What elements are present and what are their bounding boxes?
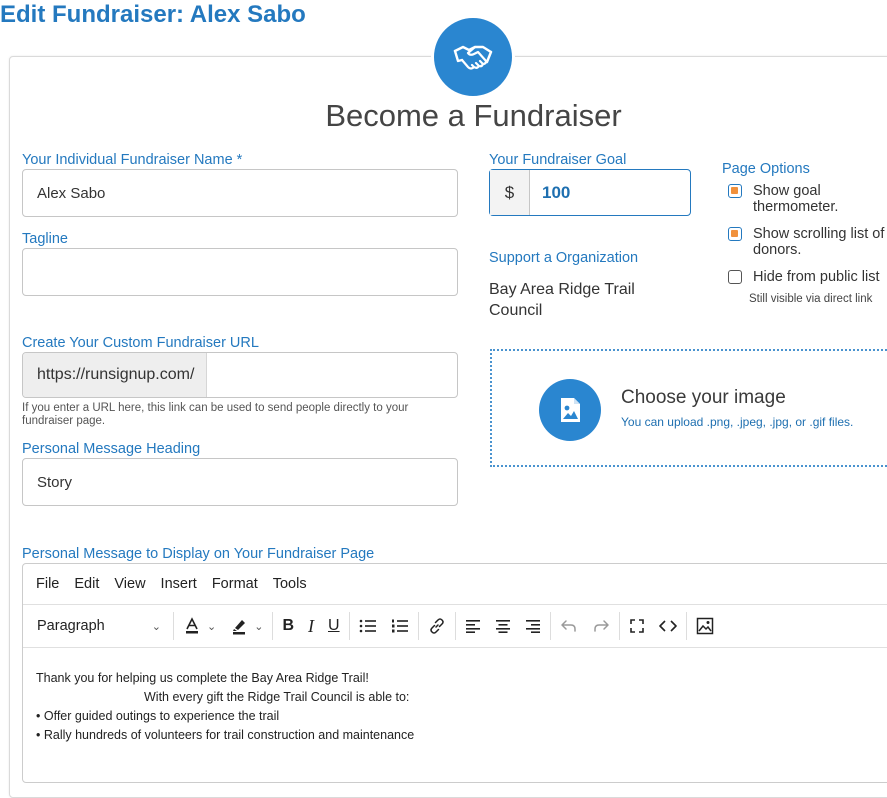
organization-name: Bay Area Ridge Trail Council (489, 281, 635, 319)
editor-toolbar: Paragraph ⌄ ⌄ ⌄ B I U (23, 604, 887, 648)
menu-format[interactable]: Format (212, 576, 258, 592)
block-format-value: Paragraph (37, 618, 105, 634)
source-code-button[interactable] (652, 611, 684, 641)
page-options-label: Page Options (722, 161, 810, 177)
fundraiser-name-value: Alex Sabo (37, 184, 106, 202)
numbered-list-button[interactable] (384, 611, 416, 641)
organization-label: Support a Organization (489, 250, 639, 266)
menu-view[interactable]: View (114, 576, 145, 592)
tagline-input[interactable] (22, 248, 458, 296)
numbered-list-icon (391, 619, 408, 633)
italic-icon: I (308, 615, 314, 636)
align-center-icon (495, 620, 510, 633)
fundraiser-name-input[interactable]: Alex Sabo (22, 169, 458, 217)
block-format-select[interactable]: Paragraph ⌄ (27, 611, 171, 641)
hide-public-checkbox[interactable] (728, 270, 742, 284)
editor-menubar: File Edit View Insert Format Tools (23, 564, 887, 604)
currency-symbol: $ (490, 170, 530, 215)
custom-url-input[interactable]: https://runsignup.com/ (22, 352, 458, 398)
redo-button[interactable] (585, 611, 617, 641)
image-icon (696, 617, 713, 635)
chevron-down-icon: ⌄ (254, 620, 264, 633)
undo-icon (560, 620, 576, 632)
tagline-label: Tagline (22, 231, 68, 247)
hide-public-text: Hide from public list (753, 269, 880, 285)
message-line: Thank you for helping us complete the Ba… (36, 671, 369, 685)
goal-value: 100 (542, 182, 571, 202)
chevron-down-icon: ⌄ (151, 620, 161, 633)
show-donors-text: Show scrolling list of donors. (753, 226, 885, 258)
italic-button[interactable]: I (301, 611, 321, 641)
align-center-button[interactable] (488, 611, 518, 641)
text-color-button[interactable]: ⌄ (176, 611, 223, 641)
menu-insert[interactable]: Insert (161, 576, 197, 592)
fullscreen-button[interactable] (622, 611, 652, 641)
image-upload-title: Choose your image (621, 387, 786, 408)
insert-image-button[interactable] (689, 611, 721, 641)
underline-button[interactable]: U (321, 611, 347, 641)
bold-button[interactable]: B (275, 611, 301, 641)
custom-url-label: Create Your Custom Fundraiser URL (22, 335, 259, 351)
image-dropzone[interactable]: Choose your image You can upload .png, .… (490, 349, 887, 467)
toolbar-divider (417, 612, 419, 640)
align-right-button[interactable] (518, 611, 548, 641)
custom-url-help: If you enter a URL here, this link can b… (22, 402, 409, 427)
hide-public-note: Still visible via direct link (749, 293, 873, 305)
redo-icon (593, 620, 609, 632)
editor-content[interactable]: Thank you for helping us complete the Ba… (23, 648, 887, 745)
message-editor[interactable]: File Edit View Insert Format Tools Parag… (22, 563, 887, 783)
undo-button[interactable] (553, 611, 585, 641)
form-heading: Become a Fundraiser (325, 98, 622, 133)
image-upload-subtitle: You can upload .png, .jpeg, .jpg, or .gi… (621, 415, 854, 429)
image-icon (539, 379, 601, 441)
handshake-icon (431, 15, 515, 99)
goal-input[interactable]: $ 100 (489, 169, 691, 216)
toolbar-divider (685, 612, 687, 640)
highlight-color-button[interactable]: ⌄ (223, 611, 270, 641)
menu-edit[interactable]: Edit (74, 576, 99, 592)
goal-label: Your Fundraiser Goal (489, 152, 627, 168)
toolbar-divider (618, 612, 620, 640)
fullscreen-icon (629, 619, 644, 633)
bullet-list-icon (359, 619, 376, 633)
message-label: Personal Message to Display on Your Fund… (22, 546, 375, 562)
show-goal-checkbox[interactable] (728, 184, 742, 198)
page-title: Edit Fundraiser: Alex Sabo (0, 1, 306, 28)
message-heading-value: Story (37, 473, 73, 491)
text-color-icon (186, 617, 198, 634)
toolbar-divider (272, 612, 274, 640)
code-icon (658, 620, 677, 632)
toolbar-divider (454, 612, 456, 640)
show-goal-text: Show goal thermometer. (753, 183, 839, 215)
align-right-icon (525, 620, 540, 633)
bullet-list-button[interactable] (352, 611, 384, 641)
align-left-button[interactable] (458, 611, 488, 641)
align-left-icon (465, 620, 480, 633)
message-line: With every gift the Ridge Trail Council … (144, 690, 410, 704)
chevron-down-icon: ⌄ (207, 620, 217, 633)
underline-icon: U (328, 617, 340, 634)
fundraiser-name-label: Your Individual Fundraiser Name * (22, 152, 243, 168)
link-icon (429, 618, 444, 634)
message-line: • Rally hundreds of volunteers for trail… (36, 728, 415, 742)
link-button[interactable] (421, 611, 453, 641)
message-heading-input[interactable]: Story (22, 458, 458, 506)
menu-tools[interactable]: Tools (273, 576, 307, 592)
highlighter-icon (233, 620, 246, 635)
bold-icon: B (282, 617, 294, 634)
message-heading-label: Personal Message Heading (22, 441, 201, 457)
toolbar-divider (549, 612, 551, 640)
menu-file[interactable]: File (36, 576, 59, 592)
message-line: • Offer guided outings to experience the… (36, 709, 280, 723)
url-prefix: https://runsignup.com/ (23, 353, 208, 397)
show-donors-checkbox[interactable] (728, 227, 742, 241)
toolbar-divider (348, 612, 350, 640)
toolbar-divider (173, 612, 174, 640)
